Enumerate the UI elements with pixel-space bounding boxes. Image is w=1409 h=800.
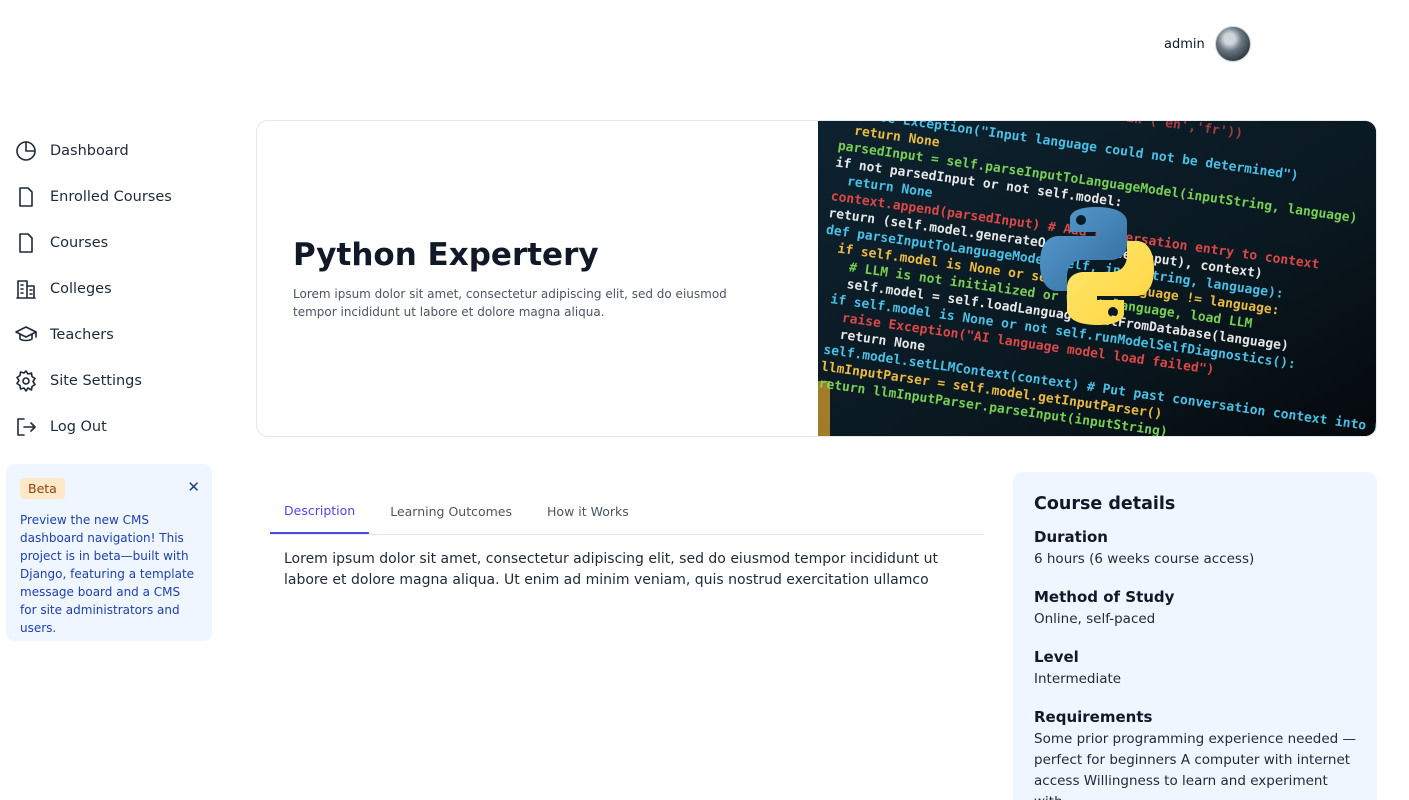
sidebar-item-label: Courses <box>50 235 109 251</box>
tab-learning-outcomes[interactable]: Learning Outcomes <box>376 488 526 534</box>
logout-icon <box>17 418 36 436</box>
course-details-title: Course details <box>1034 494 1176 514</box>
sidebar-item-log-out[interactable]: Log Out <box>14 404 234 450</box>
detail-method-of-study: Method of Study Online, self-paced <box>1034 588 1356 630</box>
detail-requirements: Requirements Some prior programming expe… <box>1034 708 1356 800</box>
course-hero-image: self.autoDetermineLanguage(lang not in (… <box>818 121 1376 436</box>
avatar[interactable] <box>1214 26 1251 62</box>
detail-label: Method of Study <box>1034 588 1175 606</box>
detail-label: Requirements <box>1034 708 1153 726</box>
building-icon <box>16 280 36 299</box>
tab-how-it-works[interactable]: How it Works <box>533 488 643 534</box>
sidebar-item-label: Teachers <box>50 327 114 343</box>
close-icon[interactable]: ✕ <box>187 480 200 495</box>
sidebar-item-label: Log Out <box>50 419 107 435</box>
detail-duration: Duration 6 hours (6 weeks course access) <box>1034 528 1356 570</box>
sidebar-item-courses[interactable]: Courses <box>14 220 234 266</box>
beta-message: Preview the new CMS dashboard navigation… <box>20 513 195 635</box>
beta-badge: Beta <box>20 478 65 499</box>
sidebar-item-enrolled-courses[interactable]: Enrolled Courses <box>14 174 234 220</box>
detail-value: Intermediate <box>1034 671 1122 687</box>
sidebar-item-label: Site Settings <box>50 373 142 389</box>
detail-value: Some prior programming experience needed… <box>1034 731 1357 800</box>
document-icon <box>19 187 33 207</box>
graduation-cap-icon <box>15 326 37 342</box>
course-subtitle: Lorem ipsum dolor sit amet, consectetur … <box>293 286 727 319</box>
beta-notice: Beta ✕ Preview the new CMS dashboard nav… <box>6 464 212 641</box>
sidebar-item-teachers[interactable]: Teachers <box>14 312 234 358</box>
hero-text: Python Expertery Lorem ipsum dolor sit a… <box>257 121 818 436</box>
tab-description[interactable]: Description <box>270 488 370 534</box>
code-image: self.autoDetermineLanguage(lang not in (… <box>818 121 1376 436</box>
course-details-panel: Course details Duration 6 hours (6 weeks… <box>1013 472 1377 800</box>
sidebar-item-label: Enrolled Courses <box>50 189 172 205</box>
sidebar-item-label: Colleges <box>50 281 112 297</box>
sidebar-item-dashboard[interactable]: Dashboard <box>14 128 234 174</box>
course-tabs: Description Learning Outcomes How it Wor… <box>270 488 984 535</box>
document-icon <box>19 233 33 253</box>
detail-value: 6 hours (6 weeks course access) <box>1034 551 1255 567</box>
detail-value: Online, self-paced <box>1034 611 1156 627</box>
course-hero: Python Expertery Lorem ipsum dolor sit a… <box>256 120 1377 437</box>
user-name: admin <box>1164 36 1205 52</box>
detail-label: Level <box>1034 648 1079 666</box>
gear-icon <box>16 370 36 392</box>
sidebar: Dashboard Enrolled Courses Courses Colle… <box>14 128 234 450</box>
sidebar-item-label: Dashboard <box>50 143 129 159</box>
user-menu[interactable]: admin <box>1164 26 1251 62</box>
course-title: Python Expertery <box>293 236 599 273</box>
course-description: Lorem ipsum dolor sit amet, consectetur … <box>284 551 938 588</box>
sidebar-item-site-settings[interactable]: Site Settings <box>14 358 234 404</box>
detail-level: Level Intermediate <box>1034 648 1356 690</box>
pie-chart-icon <box>16 141 36 161</box>
sidebar-item-colleges[interactable]: Colleges <box>14 266 234 312</box>
detail-label: Duration <box>1034 528 1108 546</box>
